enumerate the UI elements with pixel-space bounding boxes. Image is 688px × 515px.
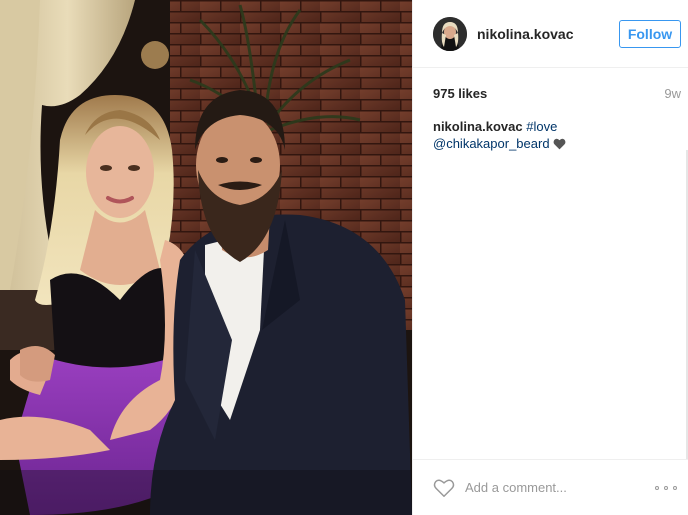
follow-button[interactable]: Follow bbox=[619, 19, 681, 48]
black-heart-icon bbox=[553, 137, 566, 154]
post-header: nikolina.kovac Follow bbox=[413, 0, 688, 68]
comment-input[interactable] bbox=[465, 480, 655, 495]
caption-username[interactable]: nikolina.kovac bbox=[433, 119, 523, 134]
post-sidebar: nikolina.kovac Follow 975 likes 9w nikol… bbox=[412, 0, 688, 515]
heart-outline-icon[interactable] bbox=[433, 477, 455, 499]
comment-bar bbox=[413, 459, 688, 515]
post-photo[interactable] bbox=[0, 0, 412, 515]
avatar[interactable] bbox=[433, 16, 467, 51]
username[interactable]: nikolina.kovac bbox=[477, 26, 619, 42]
more-dot bbox=[673, 485, 677, 490]
avatar-image bbox=[433, 16, 467, 51]
post-meta: 975 likes 9w bbox=[433, 84, 681, 102]
post-image bbox=[0, 0, 412, 515]
likes-count[interactable]: 975 likes bbox=[433, 86, 487, 101]
caption-hashtag[interactable]: #love bbox=[526, 119, 557, 134]
more-dot bbox=[655, 485, 659, 490]
more-dot bbox=[664, 485, 668, 490]
more-options-icon[interactable] bbox=[655, 483, 677, 493]
caption-mention[interactable]: @chikakapor_beard bbox=[433, 136, 550, 151]
post-timestamp[interactable]: 9w bbox=[664, 86, 681, 101]
post-caption: nikolina.kovac #love @chikakapor_beard bbox=[433, 118, 673, 154]
